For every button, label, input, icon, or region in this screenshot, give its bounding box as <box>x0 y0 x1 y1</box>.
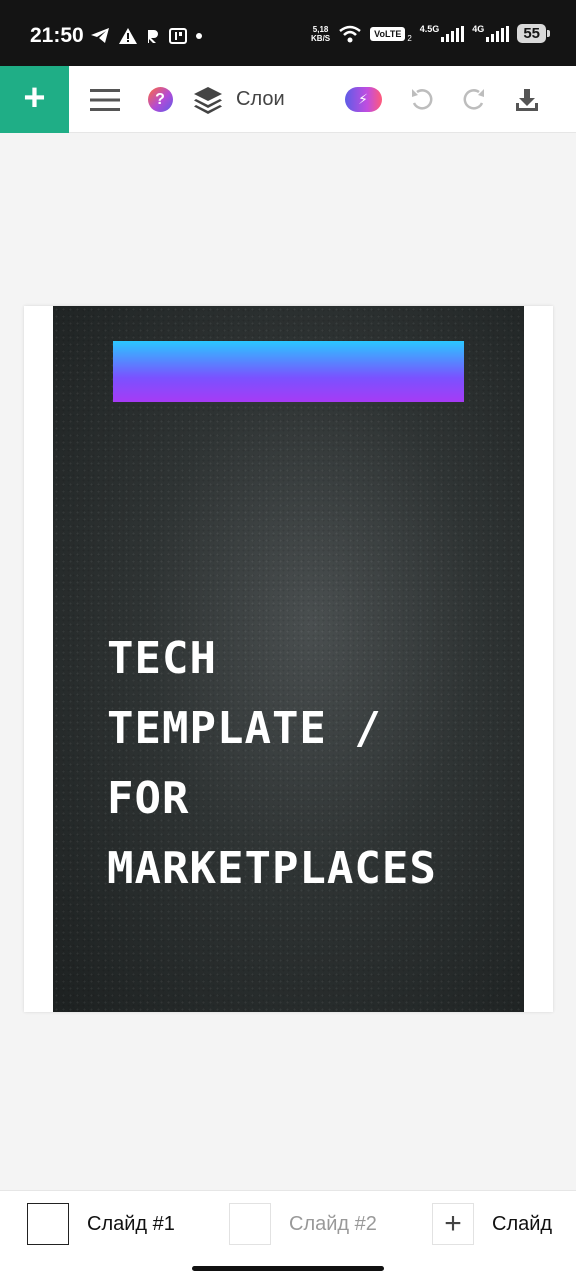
slide-artboard[interactable]: TECH TEMPLATE / FOR MARKETPLACES <box>53 306 524 1012</box>
sim-slot-label: 2 <box>407 34 412 43</box>
status-bar: 21:50 5,18 KB/S VoLTE 2 4.5G 4G 55 <box>0 0 576 66</box>
slide-title-text[interactable]: TECH TEMPLATE / FOR MARKETPLACES <box>107 624 507 904</box>
network-speed: 5,18 KB/S <box>311 24 331 43</box>
menu-button[interactable] <box>86 66 124 133</box>
layers-label: Слои <box>236 88 285 110</box>
parking-app-icon <box>169 27 187 44</box>
system-status-icons: 5,18 KB/S VoLTE 2 4.5G 4G 55 <box>311 23 550 43</box>
home-gesture-bar[interactable] <box>192 1266 384 1271</box>
undo-icon <box>412 88 433 110</box>
battery-level: 55 <box>517 24 550 43</box>
download-button[interactable] <box>510 66 544 133</box>
add-element-button[interactable]: + <box>0 66 69 133</box>
network-type-1: 4.5G <box>419 23 440 34</box>
undo-button[interactable] <box>405 66 439 133</box>
slides-strip: Слайд #1 Слайд #2 + Слайд <box>0 1190 576 1256</box>
add-slide-label: Слайд <box>492 1212 553 1235</box>
add-slide-button[interactable]: + Слайд <box>432 1191 552 1257</box>
slide-thumbnail-2 <box>229 1203 271 1245</box>
ai-magic-button[interactable]: ⚡ <box>344 66 382 133</box>
slide-tab-2-label: Слайд #2 <box>289 1212 377 1235</box>
help-icon: ? <box>147 87 173 112</box>
design-canvas[interactable]: TECH TEMPLATE / FOR MARKETPLACES <box>24 306 553 1012</box>
status-time: 21:50 <box>30 24 84 47</box>
layers-button[interactable]: Слои <box>192 66 302 133</box>
slide-tab-2[interactable]: Слайд #2 <box>229 1191 377 1257</box>
plus-icon: + <box>432 1203 474 1245</box>
slide-tab-1-label: Слайд #1 <box>87 1212 175 1235</box>
warning-icon <box>119 27 137 44</box>
hamburger-menu-icon <box>90 88 120 111</box>
volte-badge: VoLTE <box>370 26 406 41</box>
slide-thumbnail-1 <box>27 1203 69 1245</box>
editor-toolbar: + ? Слои ⚡ <box>0 66 576 133</box>
wifi-icon <box>339 25 361 42</box>
signal-bars-1-icon <box>441 25 465 42</box>
telegram-icon <box>91 28 109 43</box>
slide-tab-1[interactable]: Слайд #1 <box>27 1191 175 1257</box>
download-icon <box>516 88 538 111</box>
notification-icons <box>90 27 202 44</box>
gradient-rectangle[interactable] <box>113 341 464 402</box>
lightning-icon: ⚡ <box>344 87 382 112</box>
redo-button[interactable] <box>457 66 491 133</box>
r-app-icon <box>148 29 158 43</box>
layers-icon <box>194 86 222 114</box>
help-button[interactable]: ? <box>144 66 176 133</box>
navigation-bar <box>0 1256 576 1280</box>
signal-bars-2-icon <box>486 25 510 42</box>
redo-icon <box>463 88 484 110</box>
more-notifications-icon <box>196 32 202 39</box>
network-type-2: 4G <box>472 23 485 34</box>
